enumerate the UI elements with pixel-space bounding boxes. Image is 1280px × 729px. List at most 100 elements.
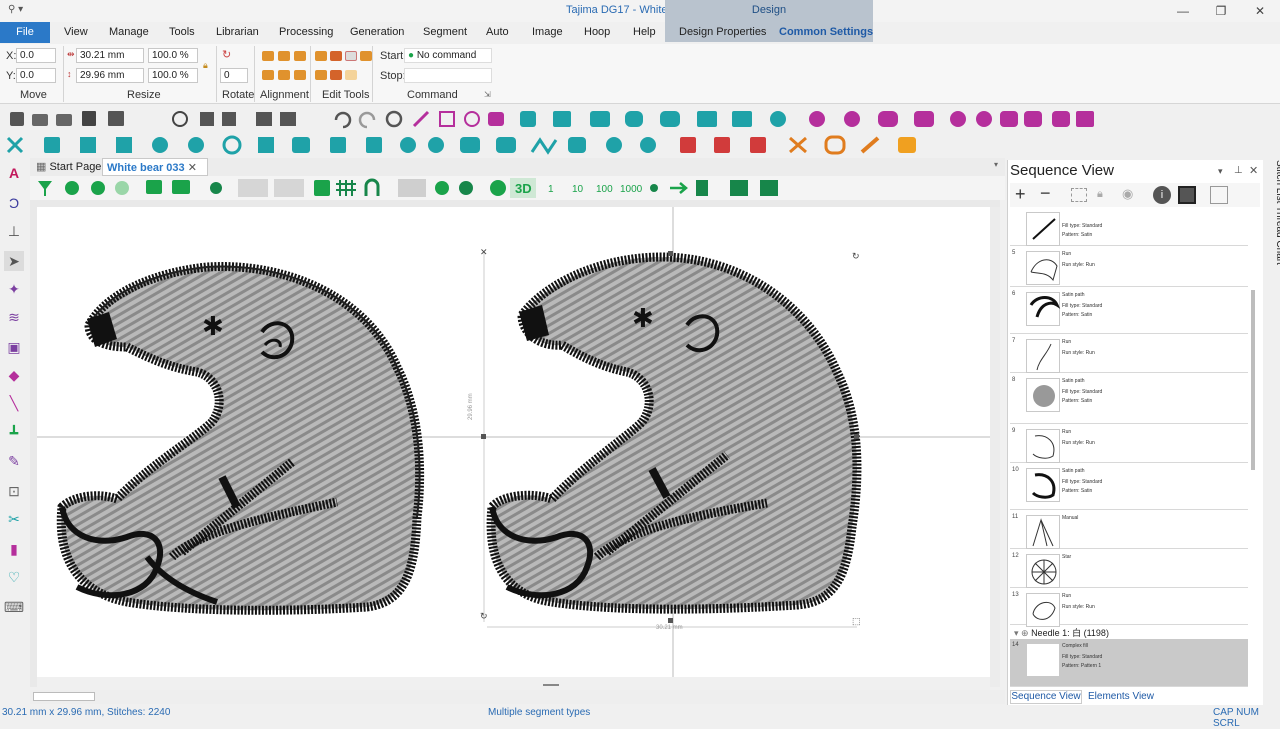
grid-fill-icon[interactable] [116, 137, 132, 153]
list-item[interactable]: 8 Satin path Fill type: Standard Pattern… [1010, 374, 1248, 424]
filter-icon[interactable] [38, 181, 52, 196]
group-icon[interactable] [315, 51, 327, 61]
refresh-icon[interactable] [385, 110, 403, 128]
panel-scrollbar[interactable] [1251, 290, 1255, 470]
lock-icon[interactable]: 🔒︎ [1097, 188, 1103, 201]
dialog-launcher-icon[interactable]: ⇲ [484, 90, 491, 99]
measure-icon[interactable]: ⊥ [4, 221, 24, 241]
lock-ratio-icon[interactable]: 🔒︎ [203, 60, 208, 71]
rotate-icon[interactable]: ↻ [222, 48, 231, 61]
step-1000-icon[interactable]: 1000 [620, 184, 643, 195]
menu-image[interactable]: Image [526, 22, 569, 42]
step-10-icon[interactable]: 10 [572, 184, 584, 195]
boot-icon[interactable] [680, 137, 696, 153]
complex-fill-icon[interactable] [660, 111, 680, 127]
tab-sequence-view[interactable]: Sequence View [1010, 690, 1082, 704]
bead-icon[interactable] [1052, 111, 1070, 127]
menu-manage[interactable]: Manage [103, 22, 155, 42]
menu-tools[interactable]: Tools [163, 22, 201, 42]
eraser-icon[interactable]: ◆ [4, 365, 24, 385]
print-preview-icon[interactable] [280, 112, 296, 126]
cross-stitch-icon[interactable] [6, 136, 24, 154]
preview-icon[interactable] [435, 181, 449, 195]
program-split-icon[interactable] [80, 137, 96, 153]
maximize-button[interactable]: ❐ [1206, 2, 1236, 20]
align-top-icon[interactable] [262, 70, 274, 80]
menu-hoop[interactable]: Hoop [578, 22, 616, 42]
brush-icon[interactable]: ✎ [4, 451, 24, 471]
menu-help[interactable]: Help [627, 22, 662, 42]
list-item[interactable]: 6 Satin path Fill type: Standard Pattern… [1010, 288, 1248, 334]
break-icon[interactable] [360, 51, 372, 61]
undo-icon[interactable] [334, 111, 352, 129]
handle-bottom-left[interactable]: ↻ [480, 611, 488, 621]
cross-over-icon[interactable] [789, 136, 807, 154]
rectangle-tool-icon[interactable] [439, 111, 455, 127]
copy-icon[interactable] [200, 112, 214, 126]
eye-icon[interactable]: ◉ [1122, 186, 1133, 202]
swirl-icon[interactable] [222, 135, 242, 155]
stitch-density-icon[interactable] [730, 180, 748, 196]
y-position-field[interactable]: 0.0 [16, 68, 56, 83]
fill-icon[interactable] [697, 111, 717, 127]
list-item[interactable]: 13 Run Run style: Run [1010, 589, 1248, 627]
menu-view[interactable]: View [58, 22, 94, 42]
jump-icon[interactable] [670, 182, 688, 194]
trim-icon[interactable] [760, 180, 778, 196]
grid-icon[interactable] [336, 180, 356, 196]
text-tool-icon[interactable] [488, 112, 504, 126]
align-left-icon[interactable] [262, 51, 274, 61]
x-position-field[interactable]: 0.0 [16, 48, 56, 63]
page-nav[interactable] [33, 692, 95, 701]
spool-icon[interactable]: ▮ [4, 539, 24, 559]
menu-auto[interactable]: Auto [480, 22, 515, 42]
planet-icon[interactable] [400, 137, 416, 153]
image-view-icon[interactable] [1178, 186, 1196, 204]
fringe-icon[interactable] [898, 137, 916, 153]
keyboard-icon[interactable]: ⌨ [4, 597, 24, 617]
heart-view-icon[interactable] [274, 179, 304, 197]
heart-frame-icon[interactable] [460, 137, 480, 153]
stop-point-icon[interactable] [650, 184, 658, 192]
branch-icon[interactable]: ┻ [4, 423, 24, 443]
heart-tool-icon[interactable]: ♡ [4, 567, 24, 587]
star-icon[interactable] [809, 111, 825, 127]
hide-icon[interactable] [115, 181, 129, 195]
stitch-edit-icon[interactable]: ≋ [4, 307, 24, 327]
shell-icon[interactable] [606, 137, 622, 153]
combine-icon[interactable] [345, 51, 357, 61]
height-percent-field[interactable]: 100.0 % [148, 68, 198, 83]
open-folder-icon[interactable] [56, 114, 72, 126]
view-eye-icon[interactable] [65, 181, 79, 195]
chain-icon[interactable] [860, 136, 880, 154]
tab-white-bear[interactable]: White bear 033 ✕ [102, 158, 208, 176]
handle-bottom-center[interactable] [668, 618, 673, 623]
compass-icon[interactable] [152, 137, 168, 153]
monitor-icon[interactable]: ⊡ [4, 481, 24, 501]
align-middle-icon[interactable] [278, 70, 290, 80]
transform-icon[interactable] [345, 70, 357, 80]
grid-view-icon[interactable] [172, 180, 190, 194]
menu-common-settings[interactable]: Common Settings [773, 22, 879, 42]
handle-top-center[interactable] [668, 251, 673, 256]
frame-icon[interactable] [1210, 186, 1228, 204]
pen-icon[interactable]: ╲ [4, 393, 24, 413]
handle-top-right[interactable]: ↻ [852, 251, 860, 261]
spiral-icon[interactable] [844, 111, 860, 127]
needle-row[interactable]: ▾ ⊕ Needle 1: 白 (1198) [1010, 626, 1248, 638]
tab-start-page[interactable]: ▦ Start Page [36, 160, 101, 173]
list-item[interactable]: 5 Run Run style: Run [1010, 247, 1248, 287]
lace-icon[interactable] [878, 111, 898, 127]
menu-processing[interactable]: Processing [273, 22, 339, 42]
align-bottom-icon[interactable] [294, 70, 306, 80]
add-icon[interactable]: + [1015, 184, 1026, 205]
close-button[interactable]: ✕ [1245, 2, 1275, 20]
scatter-icon[interactable] [330, 137, 346, 153]
needle-icon[interactable] [696, 180, 708, 196]
speed-icon[interactable] [490, 180, 506, 196]
gear-icon[interactable] [640, 137, 656, 153]
flower-icon[interactable] [428, 137, 444, 153]
vertical-scrollbar[interactable] [990, 207, 1000, 687]
hoop-view-icon[interactable] [238, 179, 268, 197]
node-edit-icon[interactable]: ✦ [4, 279, 24, 299]
